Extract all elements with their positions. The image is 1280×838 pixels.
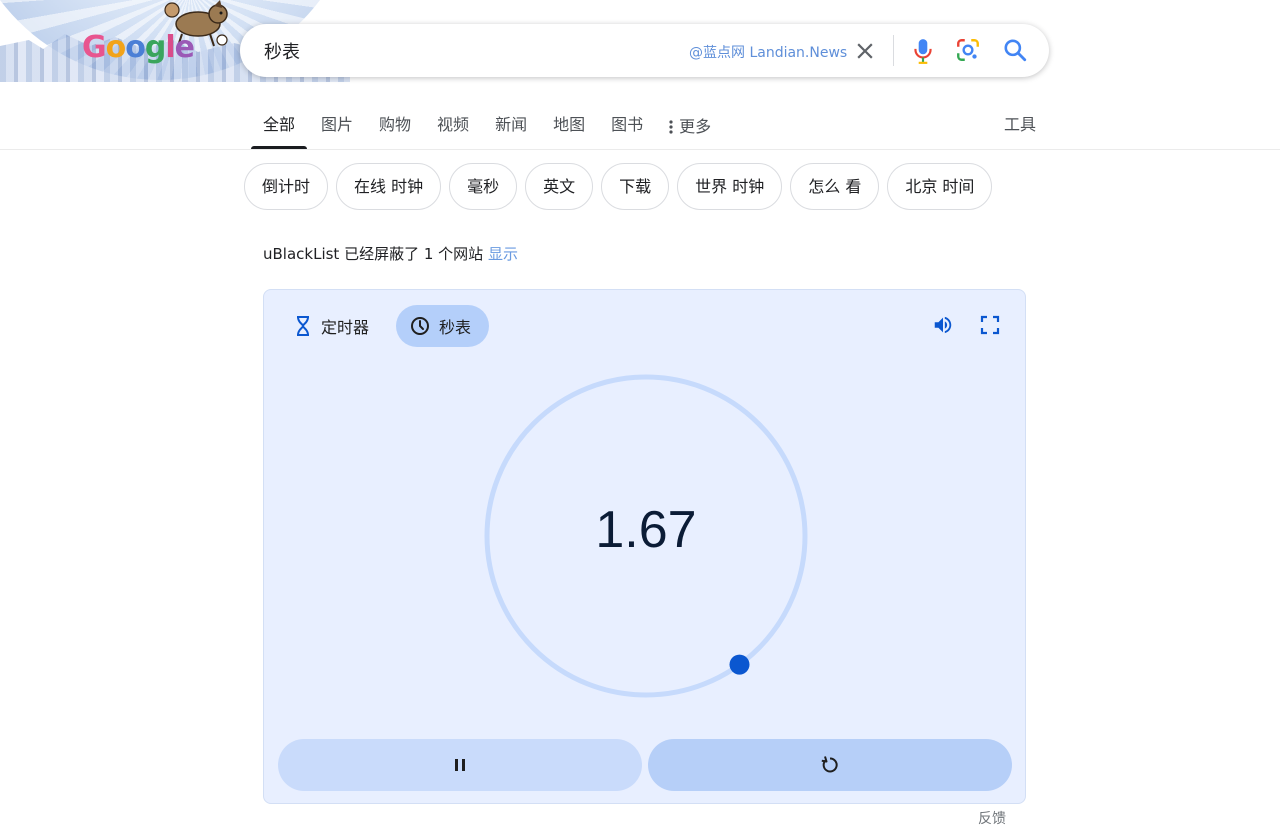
chip-milliseconds[interactable]: 毫秒 — [449, 163, 518, 210]
watermark-text: @蓝点网 Landian.News — [689, 45, 848, 61]
google-logo: Google — [82, 30, 195, 65]
hourglass-icon — [297, 316, 309, 336]
notice-text: uBlackList 已经屏蔽了 1 个网站 — [263, 245, 484, 263]
stopwatch-mode-label: 秒表 — [439, 318, 472, 337]
reset-button[interactable] — [648, 739, 1012, 791]
pause-button[interactable] — [278, 739, 642, 791]
searchbox-divider — [893, 35, 894, 66]
lens-icon[interactable] — [955, 37, 981, 63]
chip-beijing-time[interactable]: 北京 时间 — [887, 163, 993, 210]
chip-download[interactable]: 下载 — [601, 163, 670, 210]
tab-news[interactable]: 新闻 — [482, 106, 540, 148]
timer-mode-label: 定时器 — [321, 318, 370, 337]
related-chips: 倒计时 在线 时钟 毫秒 英文 下载 世界 时钟 怎么 看 北京 时间 — [244, 163, 993, 210]
tab-more-label: 更多 — [679, 117, 712, 136]
stopwatch-card: 定时器 秒表 1.67 — [263, 289, 1026, 804]
search-box: @蓝点网 Landian.News — [240, 24, 1049, 77]
tab-more[interactable]: 更多 — [656, 106, 724, 148]
dial-progress-dot — [729, 654, 750, 675]
chip-countdown[interactable]: 倒计时 — [244, 163, 329, 210]
search-icon[interactable] — [1002, 37, 1028, 63]
tab-videos[interactable]: 视频 — [424, 106, 482, 148]
fullscreen-icon[interactable] — [980, 315, 1000, 335]
volume-icon[interactable] — [932, 314, 954, 336]
chip-how-to-view[interactable]: 怎么 看 — [790, 163, 880, 210]
tab-images[interactable]: 图片 — [308, 106, 366, 148]
stopwatch-icon — [411, 317, 429, 335]
search-tabs: 全部 图片 购物 视频 新闻 地图 图书 更多 — [250, 106, 724, 150]
notice-show-link[interactable]: 显示 — [488, 245, 518, 263]
tab-books[interactable]: 图书 — [598, 106, 656, 148]
close-icon[interactable] — [852, 38, 878, 64]
tabs-divider — [0, 149, 1280, 150]
microphone-icon[interactable] — [910, 37, 936, 65]
search-input[interactable] — [264, 38, 644, 64]
pause-icon — [455, 759, 465, 771]
tab-shopping[interactable]: 购物 — [366, 106, 424, 148]
feedback-link[interactable]: 反馈 — [978, 808, 1006, 828]
timer-mode-button[interactable]: 定时器 — [284, 305, 379, 347]
more-vert-icon — [669, 120, 673, 134]
reset-icon — [821, 756, 838, 773]
chip-online-clock[interactable]: 在线 时钟 — [336, 163, 442, 210]
stopwatch-mode-button[interactable]: 秒表 — [396, 305, 490, 347]
ublacklist-notice: uBlackList 已经屏蔽了 1 个网站 显示 — [263, 243, 518, 264]
elapsed-time: 1.67 — [595, 501, 697, 559]
tab-all[interactable]: 全部 — [250, 106, 308, 149]
tools-button[interactable]: 工具 — [1004, 106, 1036, 144]
chip-english[interactable]: 英文 — [525, 163, 594, 210]
chip-world-clock[interactable]: 世界 时钟 — [677, 163, 783, 210]
tab-maps[interactable]: 地图 — [540, 106, 598, 148]
